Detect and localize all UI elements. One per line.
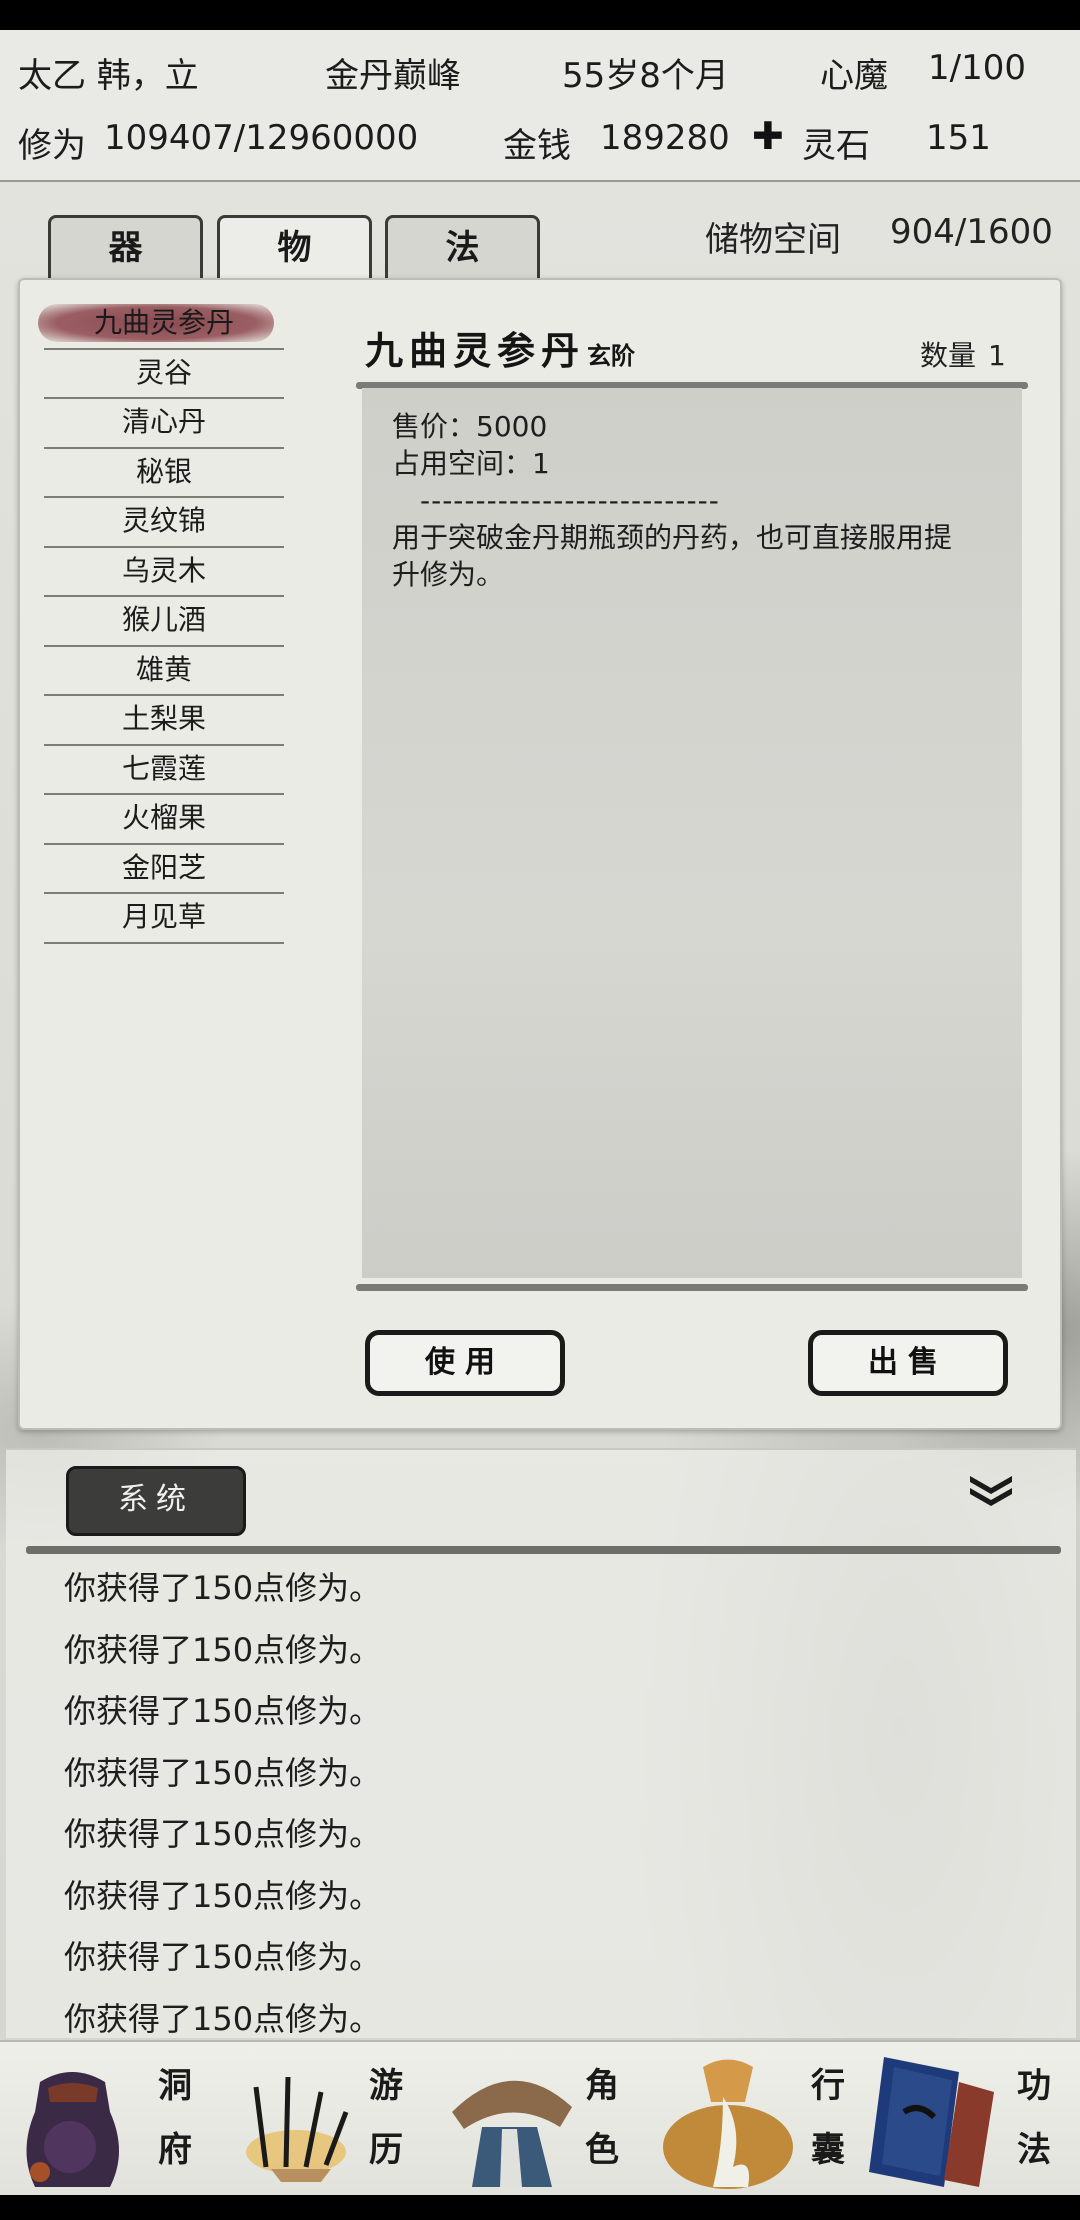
item-name: 九曲灵参丹: [365, 328, 586, 373]
item-list: 九曲灵参丹 灵谷 清心丹 秘银 灵纹锦 乌灵木 猴儿酒 雄黄 土梨果 七霞莲 火…: [38, 300, 284, 944]
nav-label: 府: [158, 2130, 192, 2170]
nav-character[interactable]: 角 色: [432, 2042, 648, 2197]
nav-label: 游: [369, 2066, 403, 2106]
item-detail-title: 九曲灵参丹玄阶: [365, 320, 635, 375]
cave-mansion-icon: [26, 2072, 119, 2187]
nav-label: 功: [1017, 2066, 1051, 2106]
nav-travel[interactable]: 游 历: [216, 2042, 432, 2197]
item-quantity: 数量 1: [920, 334, 1006, 374]
item-price: 售价：5000: [392, 410, 548, 443]
list-item[interactable]: 清心丹: [44, 399, 284, 449]
log-divider: [26, 1546, 1061, 1554]
log-line: 你获得了150点修为。: [64, 1630, 382, 1669]
system-log-panel: 系统 你获得了150点修为。 你获得了150点修为。 你获得了150点修为。 你…: [6, 1448, 1076, 2038]
list-item[interactable]: 土梨果: [44, 696, 284, 746]
character-icon: [452, 2080, 572, 2187]
character-name: 太乙 韩，立: [18, 56, 199, 96]
heart-demon-value: 1/100: [928, 48, 1026, 88]
money-label: 金钱: [503, 126, 571, 166]
tab-techniques[interactable]: 法: [385, 215, 540, 281]
storage-space: 储物空间 904/1600: [705, 212, 1053, 261]
travel-icon: [246, 2076, 349, 2182]
nav-label: 行: [811, 2066, 845, 2106]
cultivation-label: 修为: [18, 126, 86, 166]
heart-demon-label: 心魔: [820, 56, 888, 96]
log-list: 你获得了150点修为。 你获得了150点修为。 你获得了150点修为。 你获得了…: [64, 1558, 381, 2050]
item-space: 占用空间：1: [392, 447, 550, 480]
nav-label: 法: [1017, 2130, 1051, 2170]
item-description: 用于突破金丹期瓶颈的丹药，也可直接服用提升修为。: [392, 521, 953, 591]
nav-label: 历: [369, 2130, 403, 2170]
list-item-selected[interactable]: 九曲灵参丹: [38, 300, 284, 350]
quantity-value: 1: [988, 339, 1006, 372]
money-value: 189280: [600, 118, 730, 158]
use-button[interactable]: 使用: [365, 1330, 565, 1396]
nav-label: 囊: [811, 2130, 845, 2170]
description-divider: ---------------------------: [420, 484, 720, 517]
technique-book-icon: [869, 2057, 994, 2187]
collapse-chevron-icon[interactable]: [966, 1470, 1016, 1510]
system-nav-bar: [0, 2195, 1080, 2220]
storage-label: 储物空间: [705, 220, 841, 260]
detail-bottom-divider: [356, 1284, 1028, 1291]
nav-techniques[interactable]: 功 法: [864, 2042, 1080, 2197]
tab-system[interactable]: 系统: [66, 1466, 246, 1536]
list-item[interactable]: 雄黄: [44, 647, 284, 696]
item-description-area: 售价：5000 占用空间：1 -------------------------…: [362, 388, 1022, 1278]
nav-label: 色: [585, 2130, 619, 2170]
quantity-label: 数量: [920, 339, 977, 372]
log-line: 你获得了150点修为。: [64, 1876, 382, 1915]
list-item[interactable]: 灵纹锦: [44, 498, 284, 548]
tab-equipment[interactable]: 器: [48, 215, 203, 281]
bottom-navigation: 洞 府 游 历 角 色 行 囊 功 法: [0, 2040, 1080, 2195]
storage-value: 904/1600: [890, 212, 1053, 252]
list-item[interactable]: 金阳芝: [44, 845, 284, 894]
status-bar: [0, 0, 1080, 30]
log-line: 你获得了150点修为。: [64, 1692, 382, 1730]
list-item[interactable]: 猴儿酒: [44, 597, 284, 647]
nav-bag[interactable]: 行 囊: [648, 2042, 864, 2197]
sell-button[interactable]: 出售: [808, 1330, 1008, 1396]
list-item[interactable]: 月见草: [44, 894, 284, 944]
bag-icon: [663, 2059, 793, 2189]
nav-label: 角: [585, 2066, 619, 2106]
spirit-stone-label: 灵石: [802, 126, 870, 166]
log-line: 你获得了150点修为。: [64, 1569, 382, 1607]
log-line: 你获得了150点修为。: [64, 1938, 382, 1976]
cultivation-value: 109407/12960000: [104, 118, 419, 158]
nav-label: 洞: [158, 2066, 192, 2106]
log-line: 你获得了150点修为。: [64, 1815, 382, 1853]
spirit-stone-value: 151: [926, 118, 991, 158]
list-item[interactable]: 灵谷: [44, 350, 284, 399]
list-item[interactable]: 乌灵木: [44, 548, 284, 597]
list-item[interactable]: 七霞莲: [44, 746, 284, 795]
spirit-stone-icon: ✚: [752, 114, 784, 158]
inventory-panel: 九曲灵参丹 灵谷 清心丹 秘银 灵纹锦 乌灵木 猴儿酒 雄黄 土梨果 七霞莲 火…: [18, 278, 1062, 1430]
cultivation-realm: 金丹巅峰: [325, 56, 461, 96]
tab-items[interactable]: 物: [217, 215, 372, 281]
character-age: 55岁8个月: [562, 56, 729, 96]
character-status-header: 太乙 韩，立 金丹巅峰 55岁8个月 心魔 1/100 修为 109407/12…: [0, 30, 1080, 182]
log-line: 你获得了150点修为。: [64, 1753, 382, 1792]
item-grade: 玄阶: [587, 341, 636, 370]
list-item[interactable]: 火榴果: [44, 795, 284, 845]
nav-cave-mansion[interactable]: 洞 府: [0, 2042, 216, 2197]
list-item[interactable]: 秘银: [44, 449, 284, 498]
